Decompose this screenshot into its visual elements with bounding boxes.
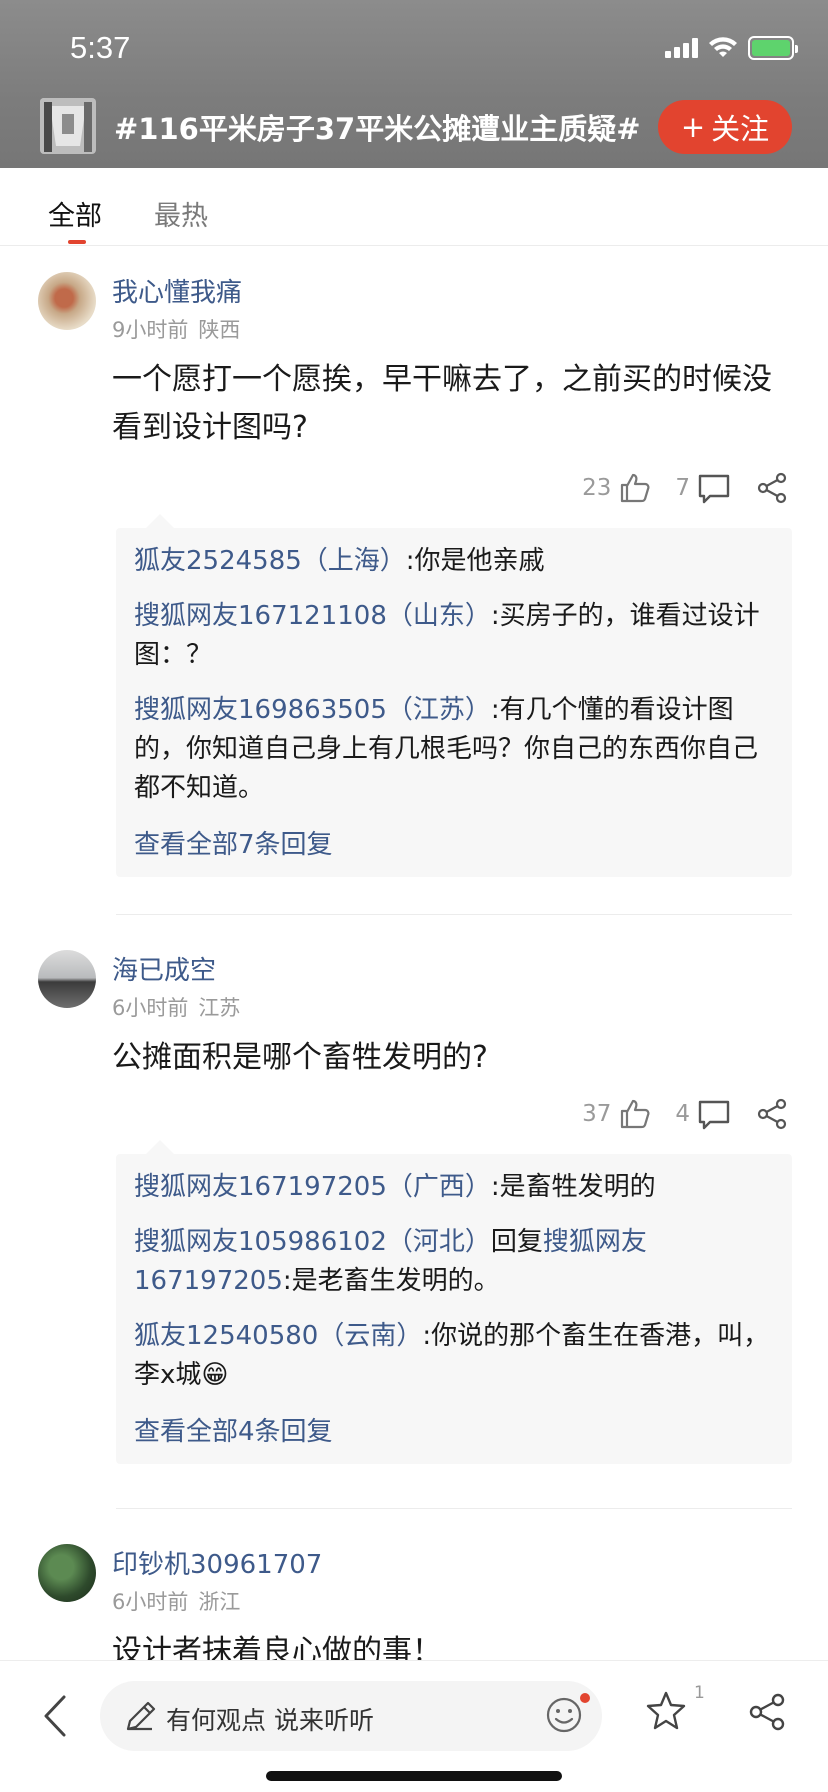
- home-indicator: [266, 1771, 562, 1781]
- view-all-replies-link[interactable]: 查看全部4条回复: [134, 1411, 774, 1448]
- comment-divider: [116, 1508, 792, 1509]
- like-count: 23: [582, 475, 612, 501]
- comment-username[interactable]: 印钞机30961707: [112, 1544, 322, 1581]
- comment-location: 浙江: [198, 1590, 241, 1614]
- wifi-icon: [709, 37, 737, 57]
- reply-box: 搜狐网友167197205（广西）:是畜牲发明的 搜狐网友105986102（河…: [116, 1140, 792, 1464]
- reply-author[interactable]: 搜狐网友105986102（河北）: [134, 1227, 491, 1257]
- back-icon[interactable]: [40, 1691, 70, 1741]
- topic-title: #116平米房子37平米公摊遭业主质疑#: [114, 112, 641, 146]
- reply-item[interactable]: 搜狐网友105986102（河北）回复搜狐网友167197205:是老畜生发明的…: [134, 1223, 774, 1301]
- reply-text: :是老畜生发明的。: [282, 1266, 500, 1296]
- reply-connector: 回复: [490, 1227, 543, 1257]
- reply-author[interactable]: 搜狐网友169863505（江苏）: [134, 695, 491, 725]
- comment-input-placeholder: 有何观点 说来听听: [166, 1706, 374, 1735]
- share-icon[interactable]: [746, 1691, 788, 1733]
- tab-all[interactable]: 全部: [48, 194, 102, 233]
- like-count: 37: [582, 1101, 612, 1127]
- battery-icon: [748, 36, 798, 60]
- avatar[interactable]: [38, 1544, 96, 1602]
- comment-actions: 37 4: [582, 1094, 790, 1134]
- bottom-bar: 有何观点 说来听听 1: [0, 1660, 828, 1792]
- notification-dot: [580, 1693, 590, 1703]
- comment-username[interactable]: 我心懂我痛: [112, 272, 242, 309]
- comment-icon[interactable]: [696, 470, 732, 506]
- star-icon[interactable]: [644, 1689, 688, 1733]
- comment-content: 一个愿打一个愿挨，早干嘛去了，之前买的时候没看到设计图吗?: [112, 362, 772, 445]
- plus-icon: +: [680, 110, 706, 144]
- comment-location: 江苏: [198, 996, 241, 1020]
- comment-time: 9小时前: [112, 318, 189, 342]
- favorite-count: 1: [694, 1683, 705, 1703]
- thumbs-up-icon[interactable]: [617, 1096, 653, 1132]
- thumbs-up-icon[interactable]: [617, 470, 653, 506]
- follow-label: 关注: [711, 112, 770, 146]
- tab-active-indicator: [68, 240, 86, 244]
- follow-button[interactable]: + 关注: [658, 100, 792, 154]
- reply-box: 狐友2524585（上海）:你是他亲戚 搜狐网友167121108（山东）:买房…: [116, 514, 792, 877]
- signal-icon: [665, 38, 698, 58]
- status-icons: [665, 36, 798, 60]
- reply-item[interactable]: 搜狐网友167197205（广西）:是畜牲发明的: [134, 1168, 774, 1207]
- reply-count: 7: [675, 475, 690, 501]
- reply-item[interactable]: 搜狐网友169863505（江苏）:有几个懂的看设计图的，你知道自己身上有几根毛…: [134, 691, 774, 808]
- status-time: 5:37: [70, 30, 131, 65]
- comment-username[interactable]: 海已成空: [112, 950, 216, 987]
- topic-header: 5:37 #116平米房子37平米公摊遭业主质疑# + 关注: [0, 0, 828, 168]
- comment-tabs: 全部 最热: [0, 168, 828, 246]
- avatar[interactable]: [38, 272, 96, 330]
- emoji-icon[interactable]: [544, 1695, 584, 1735]
- reply-author[interactable]: 搜狐网友167197205（广西）: [134, 1172, 491, 1202]
- comment-time: 6小时前: [112, 1590, 189, 1614]
- reply-item[interactable]: 搜狐网友167121108（山东）:买房子的，谁看过设计图：？: [134, 597, 774, 675]
- reply-author[interactable]: 狐友2524585（上海）: [134, 546, 406, 576]
- reply-count: 4: [675, 1101, 690, 1127]
- tab-hot[interactable]: 最热: [154, 194, 208, 233]
- comment-content: 公摊面积是哪个畜牲发明的?: [112, 1040, 488, 1075]
- comment-location: 陕西: [198, 318, 241, 342]
- comment-icon[interactable]: [696, 1096, 732, 1132]
- share-icon[interactable]: [754, 470, 790, 506]
- reply-item[interactable]: 狐友12540580（云南）:你说的那个畜生在香港，叫，李x城😁: [134, 1317, 774, 1395]
- reply-item[interactable]: 狐友2524585（上海）:你是他亲戚: [134, 542, 774, 581]
- comment-input[interactable]: 有何观点 说来听听: [100, 1681, 602, 1751]
- reply-text: :你是他亲戚: [405, 546, 545, 576]
- view-all-replies-link[interactable]: 查看全部7条回复: [134, 824, 774, 861]
- avatar[interactable]: [38, 950, 96, 1008]
- pencil-icon: [126, 1701, 156, 1731]
- comment-actions: 23 7: [582, 468, 790, 508]
- reply-author[interactable]: 狐友12540580（云南）: [134, 1321, 422, 1351]
- comment-meta: 6小时前 江苏: [112, 992, 240, 1022]
- comment-meta: 9小时前 陕西: [112, 314, 240, 344]
- share-icon[interactable]: [754, 1096, 790, 1132]
- comment-meta: 6小时前 浙江: [112, 1586, 240, 1616]
- comment-divider: [116, 914, 792, 915]
- topic-thumbnail: [40, 98, 96, 154]
- reply-author[interactable]: 搜狐网友167121108（山东）: [134, 601, 491, 631]
- reply-text: :是畜牲发明的: [490, 1172, 656, 1202]
- comment-time: 6小时前: [112, 996, 189, 1020]
